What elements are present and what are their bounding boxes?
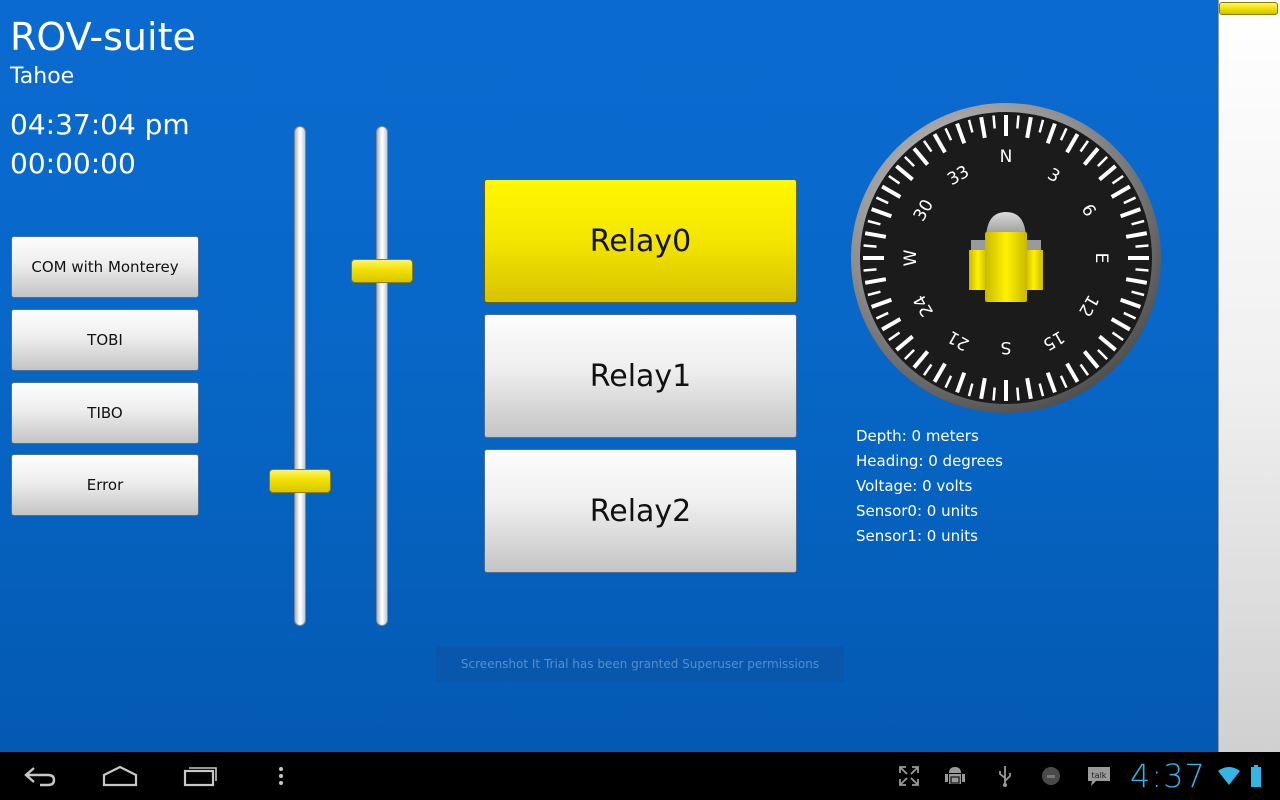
vertical-scroll-thumb[interactable] [1219, 2, 1278, 15]
app-subtitle: Tahoe [10, 64, 75, 89]
tibo-button[interactable]: TIBO [11, 382, 199, 444]
compass-tick [863, 244, 877, 248]
right-throttle-thumb[interactable] [351, 259, 413, 283]
home-icon[interactable] [98, 752, 142, 800]
superuser-toast: Screenshot It Trial has been granted Sup… [436, 646, 844, 682]
compass-e-label: E [1091, 253, 1111, 264]
screen-compat-icon[interactable] [894, 752, 924, 800]
wifi-icon [1214, 752, 1244, 800]
compass-tick [1016, 115, 1020, 129]
right-throttle-track[interactable] [376, 126, 388, 626]
depth-readout: Depth: 0 meters [856, 427, 979, 445]
tobi-button[interactable]: TOBI [11, 309, 199, 371]
left-throttle-thumb[interactable] [269, 469, 331, 493]
system-navigation-bar: talk 4:37 [0, 752, 1280, 800]
compass-dial: N E S W 3 6 12 15 21 24 30 33 [851, 103, 1161, 413]
status-clock: 4:37 [1130, 757, 1206, 795]
compass-tick [992, 115, 996, 129]
compass-n-label: N [1000, 147, 1013, 167]
elapsed-timer: 00:00:00 [10, 147, 136, 180]
vertical-scroll-slider[interactable] [1218, 0, 1280, 752]
compass-tick [1135, 244, 1149, 248]
compass-tick [863, 268, 877, 272]
compass-tick [992, 387, 996, 401]
relay2-button[interactable]: Relay2 [484, 449, 797, 573]
com-with-monterey-button[interactable]: COM with Monterey [11, 236, 199, 298]
app-screen: ROV-suite Tahoe 04:37:04 pm 00:00:00 COM… [0, 0, 1280, 752]
compass-s-label: S [1001, 337, 1012, 357]
usb-icon [990, 752, 1020, 800]
battery-icon [1246, 752, 1266, 800]
notification-dot-icon [1036, 752, 1066, 800]
telemetry-panel: Depth: 0 meters Heading: 0 degrees Volta… [856, 424, 1003, 549]
talk-icon: talk [1084, 752, 1114, 800]
compass-tick [1016, 387, 1020, 401]
sensor0-readout: Sensor0: 0 units [856, 502, 978, 520]
relay0-button[interactable]: Relay0 [484, 179, 797, 303]
voltage-readout: Voltage: 0 volts [856, 477, 973, 495]
back-icon[interactable] [18, 752, 62, 800]
heading-readout: Heading: 0 degrees [856, 452, 1003, 470]
clock-readout: 04:37:04 pm [10, 108, 190, 141]
relay1-button[interactable]: Relay1 [484, 314, 797, 438]
menu-icon[interactable] [266, 752, 296, 800]
compass-tick [1135, 268, 1149, 272]
recent-apps-icon[interactable] [178, 752, 222, 800]
svg-text:talk: talk [1092, 771, 1107, 780]
error-button[interactable]: Error [11, 454, 199, 516]
app-title: ROV-suite [10, 15, 196, 59]
sensor1-readout: Sensor1: 0 units [856, 527, 978, 545]
left-throttle-track[interactable] [294, 126, 306, 626]
android-debug-icon [940, 752, 970, 800]
compass-w-label: W [901, 249, 921, 266]
